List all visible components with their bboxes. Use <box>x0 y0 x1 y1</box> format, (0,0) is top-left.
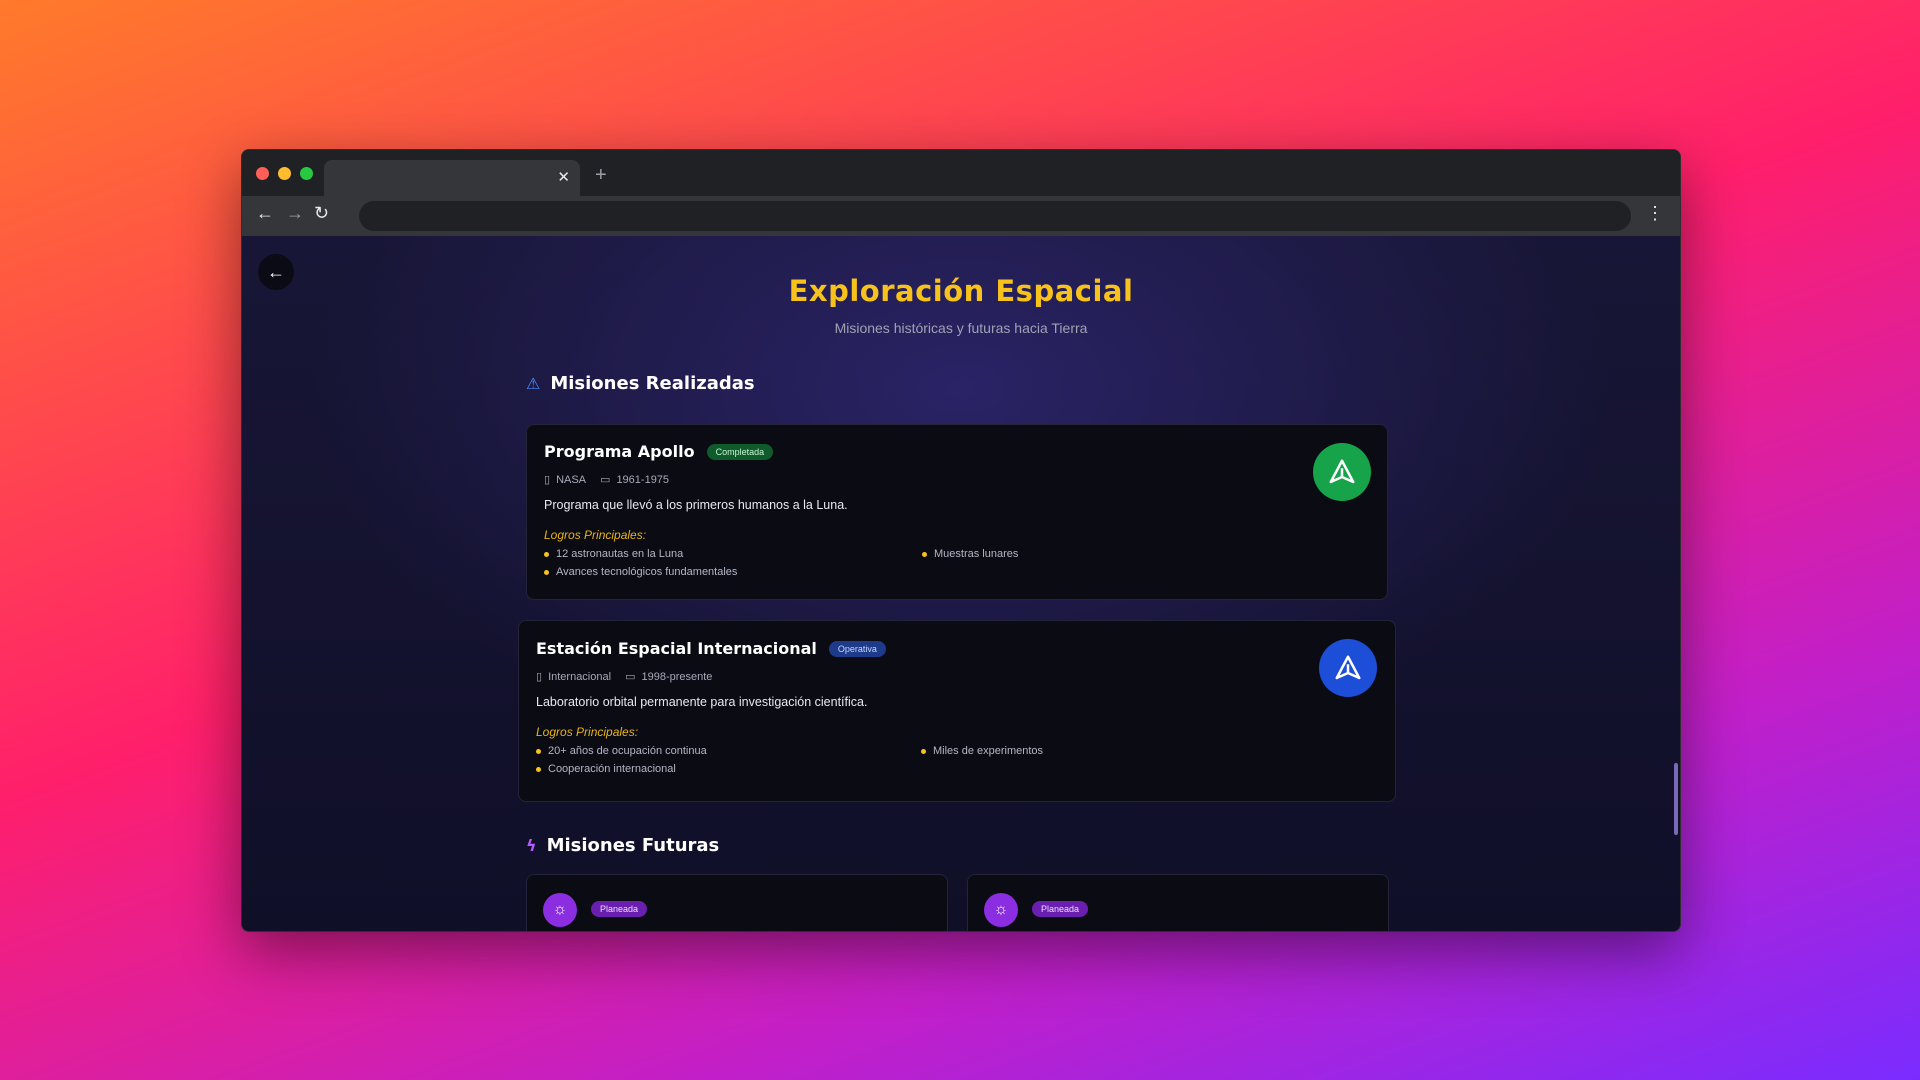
achievement-item: Avances tecnológicos fundamentales <box>544 566 922 578</box>
mission-description: Laboratorio orbital permanente para inve… <box>536 695 868 709</box>
rocket-icon: ⚠ <box>526 374 541 393</box>
page-title: Exploración Espacial <box>788 274 1134 308</box>
mission-title: Programa Apollo <box>544 442 695 461</box>
mission-agency: NASA <box>556 474 587 486</box>
reload-icon[interactable]: ↻ <box>314 203 329 224</box>
section-realizadas: ⚠ Misiones Realizadas <box>526 373 755 394</box>
achievement-item: 12 astronautas en la Luna <box>544 548 922 560</box>
achievement-item: Miles de experimentos <box>921 745 1378 757</box>
new-tab-button[interactable]: + <box>595 164 607 187</box>
mission-rocket-icon <box>1319 639 1377 697</box>
achievement-item: Muestras lunares <box>922 548 1370 560</box>
sun-icon: ☼ <box>543 893 577 927</box>
section-futuras: ϟ Misiones Futuras <box>526 835 719 856</box>
status-badge: Operativa <box>828 640 886 657</box>
lightning-icon: ϟ <box>526 836 537 855</box>
title-bar: ✕ + <box>242 150 1680 198</box>
address-bar[interactable] <box>359 201 1631 231</box>
mission-title: Estación Espacial Internacional <box>536 639 817 658</box>
mission-years: 1961-1975 <box>616 474 670 486</box>
achievements-heading: Logros Principales: <box>544 528 647 542</box>
building-icon: ▯ <box>544 474 551 486</box>
mission-description: Programa que llevó a los primeros humano… <box>544 498 848 512</box>
sun-icon: ☼ <box>984 893 1018 927</box>
achievement-item: 20+ años de ocupación continua <box>536 745 921 757</box>
back-icon[interactable]: ← <box>256 203 274 224</box>
building-icon: ▯ <box>536 671 543 683</box>
browser-tab[interactable]: ✕ <box>324 160 580 198</box>
scrollbar-thumb[interactable] <box>1674 763 1678 835</box>
achievement-item: Cooperación internacional <box>536 763 921 775</box>
close-tab-icon[interactable]: ✕ <box>557 168 570 186</box>
minimize-window-button[interactable] <box>278 167 291 180</box>
mission-years: 1998-presente <box>641 671 713 683</box>
future-mission-card[interactable]: ☼ Planeada <box>526 874 948 931</box>
close-window-button[interactable] <box>256 167 269 180</box>
maximize-window-button[interactable] <box>300 167 313 180</box>
future-mission-card[interactable]: ☼ Planeada <box>967 874 1389 931</box>
mission-card-iss[interactable]: Estación Espacial Internacional Operativ… <box>518 620 1396 802</box>
page-viewport: ← Exploración Espacial Misiones históric… <box>242 236 1680 931</box>
browser-toolbar: ← → ↻ ⋮ <box>242 196 1680 236</box>
achievements-list: 12 astronautas en la Luna Muestras lunar… <box>544 548 1370 578</box>
page-subtitle: Misiones históricas y futuras hacia Tier… <box>834 320 1088 336</box>
mission-card-apollo[interactable]: Programa Apollo Completada ▯ NASA ▭ 1961-1… <box>526 424 1388 600</box>
section-title: Misiones Realizadas <box>550 373 755 394</box>
achievements-heading: Logros Principales: <box>536 725 639 739</box>
status-badge: Completada <box>706 443 774 460</box>
status-badge: Planeada <box>1032 901 1089 917</box>
window-controls <box>256 167 313 180</box>
achievements-list: 20+ años de ocupación continua Miles de … <box>536 745 1378 775</box>
browser-window: ✕ + ← → ↻ ⋮ ← Exploración Espacial Misio… <box>241 149 1681 932</box>
section-title: Misiones Futuras <box>546 835 720 856</box>
menu-icon[interactable]: ⋮ <box>1646 203 1664 224</box>
mission-agency: Internacional <box>548 671 612 683</box>
calendar-icon: ▭ <box>625 671 636 683</box>
forward-icon[interactable]: → <box>286 203 304 224</box>
calendar-icon: ▭ <box>600 474 611 486</box>
status-badge: Planeada <box>591 901 648 917</box>
mission-rocket-icon <box>1313 443 1371 501</box>
